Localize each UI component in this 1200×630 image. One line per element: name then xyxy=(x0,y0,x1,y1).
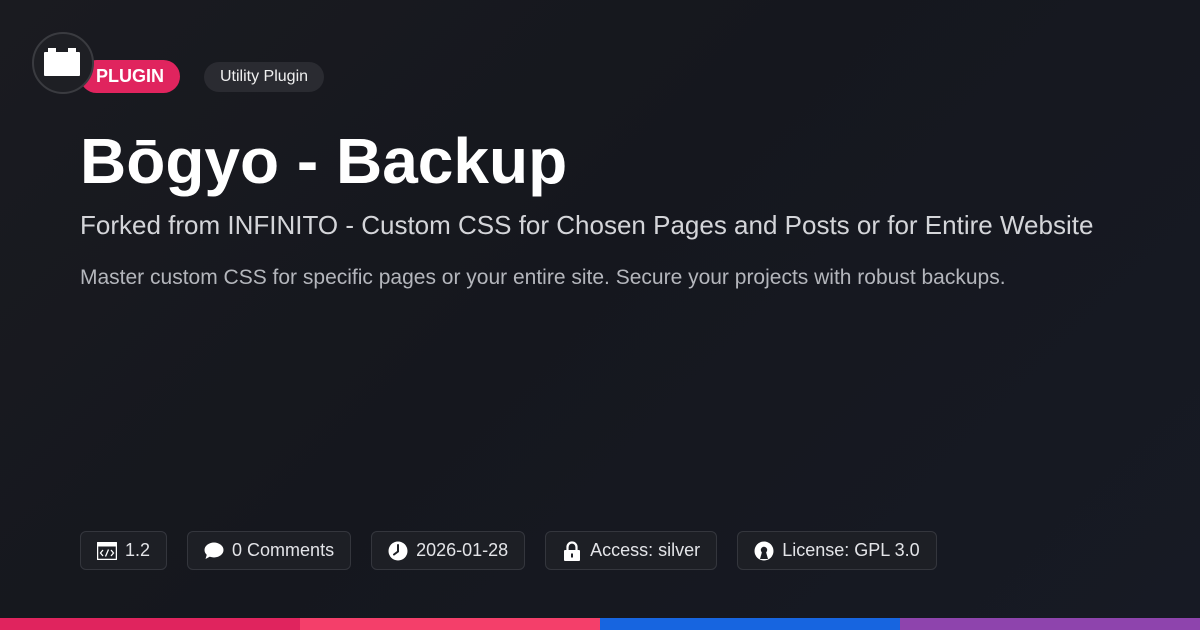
speech-bubble-icon xyxy=(204,541,224,561)
page-title: Bōgyo - Backup xyxy=(80,125,568,197)
color-bar-segment xyxy=(600,618,900,630)
color-bar-segment xyxy=(900,618,1200,630)
meta-row: 1.2 0 Comments 2026-01-28 Access: silver… xyxy=(80,531,937,570)
license-chip[interactable]: License: GPL 3.0 xyxy=(737,531,937,570)
comments-chip[interactable]: 0 Comments xyxy=(187,531,352,570)
page-subtitle: Forked from INFINITO - Custom CSS for Ch… xyxy=(80,210,1094,240)
logo-badge xyxy=(32,32,94,94)
access-chip: Access: silver xyxy=(545,531,718,570)
comments-count: 0 Comments xyxy=(232,540,335,560)
brand-color-bar xyxy=(0,618,1200,630)
briefcase-icon xyxy=(44,48,80,76)
date-chip: 2026-01-28 xyxy=(371,531,526,570)
clock-icon xyxy=(388,541,408,561)
open-source-icon xyxy=(754,541,774,561)
type-badge: PLUGIN xyxy=(80,60,181,93)
access-level: Access: silver xyxy=(590,540,701,560)
page-description: Master custom CSS for specific pages or … xyxy=(80,266,1006,289)
version-chip: 1.2 xyxy=(80,531,168,570)
category-badge[interactable]: Utility Plugin xyxy=(204,62,325,92)
lock-icon xyxy=(562,540,582,561)
color-bar-segment xyxy=(0,618,300,630)
color-bar-segment xyxy=(300,618,600,630)
publish-date: 2026-01-28 xyxy=(416,540,509,560)
code-window-icon xyxy=(97,541,117,561)
license-label: License: GPL 3.0 xyxy=(782,540,920,560)
version-value: 1.2 xyxy=(125,540,151,560)
